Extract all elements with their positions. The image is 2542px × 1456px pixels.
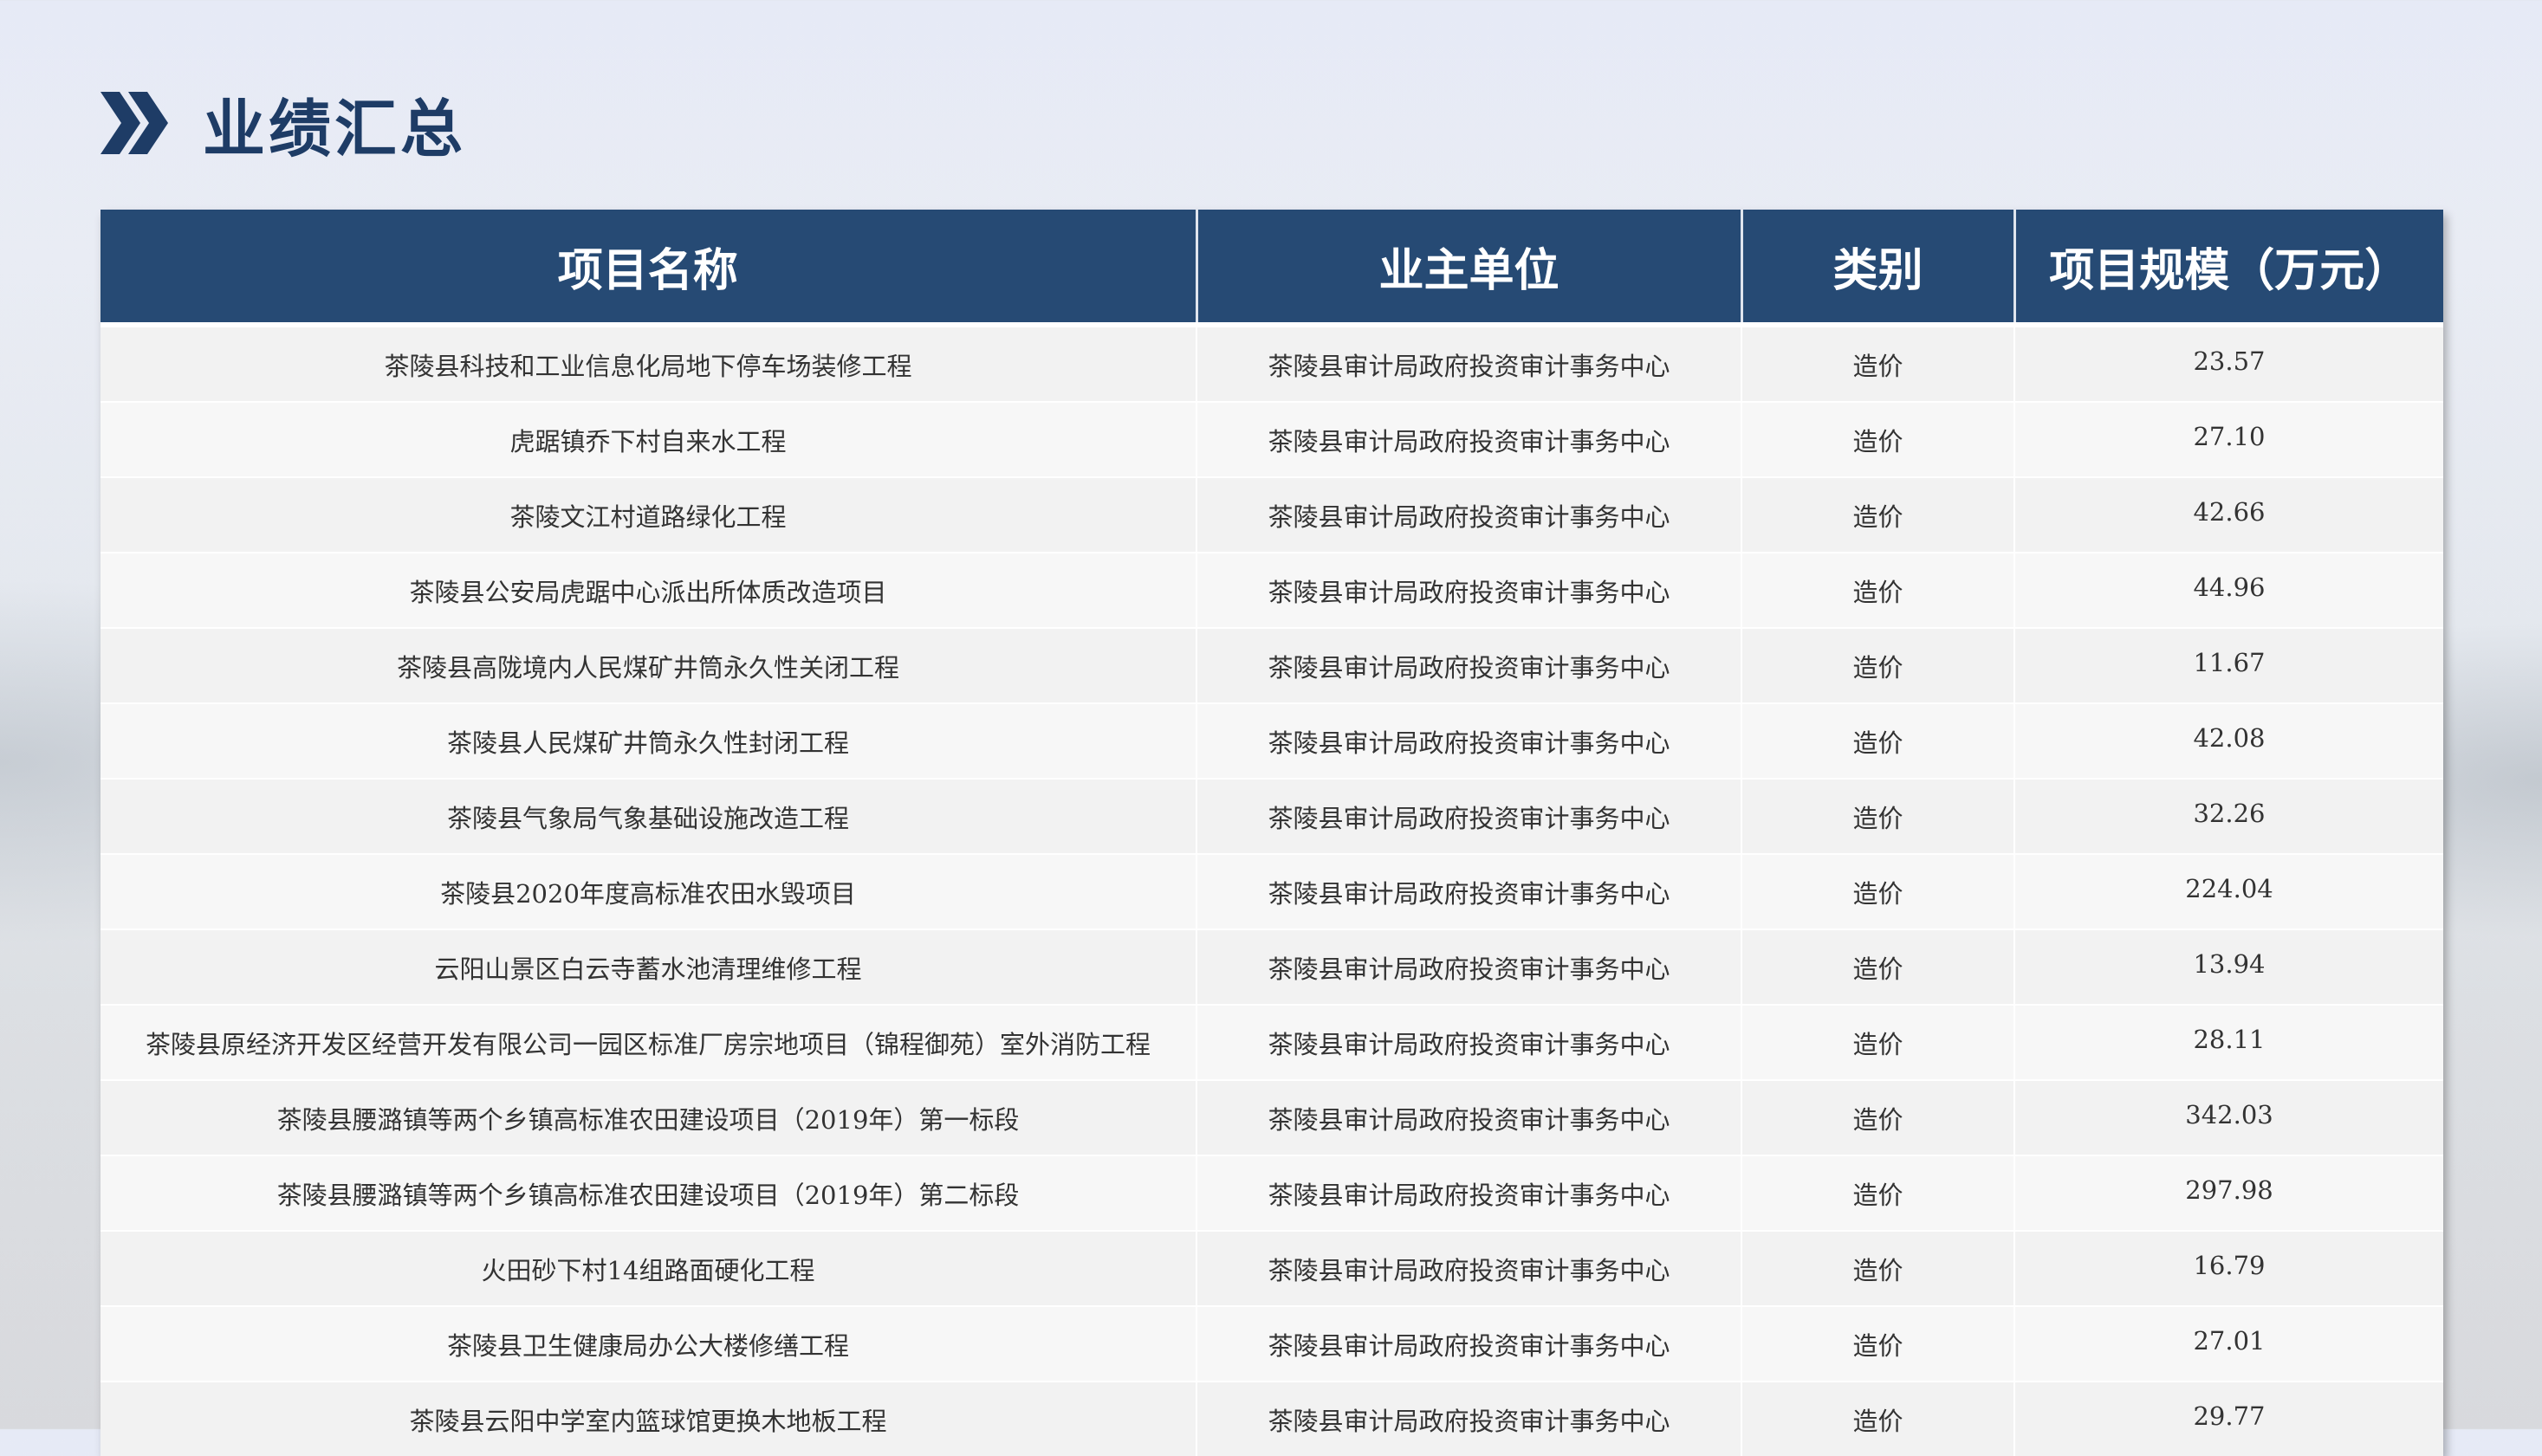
header-owner-unit: 业主单位 [1195, 210, 1741, 325]
header-project-scale: 项目规模（万元） [2013, 210, 2443, 325]
project-name-cell: 茶陵县科技和工业信息化局地下停车场装修工程 [101, 322, 1196, 402]
owner-unit-cell: 茶陵县审计局政府投资审计事务中心 [1196, 929, 1741, 1005]
table-row: 茶陵县腰潞镇等两个乡镇高标准农田建设项目（2019年）第二标段 茶陵县审计局政府… [101, 1155, 2443, 1231]
category-cell: 造价 [1741, 929, 2014, 1005]
table-row: 虎踞镇乔下村自来水工程 茶陵县审计局政府投资审计事务中心 造价 27.10 [101, 401, 2443, 477]
project-name-cell: 茶陵文江村道路绿化工程 [101, 476, 1196, 553]
owner-unit-cell: 茶陵县审计局政府投资审计事务中心 [1196, 627, 1741, 703]
table-row: 茶陵县科技和工业信息化局地下停车场装修工程 茶陵县审计局政府投资审计事务中心 造… [101, 322, 2443, 402]
table-row: 茶陵县卫生健康局办公大楼修缮工程 茶陵县审计局政府投资审计事务中心 造价 27.… [101, 1305, 2443, 1382]
owner-unit-cell: 茶陵县审计局政府投资审计事务中心 [1196, 1381, 1741, 1456]
category-cell: 造价 [1741, 322, 2014, 402]
category-cell: 造价 [1741, 702, 2014, 779]
category-cell: 造价 [1741, 401, 2014, 477]
category-cell: 造价 [1741, 853, 2014, 929]
project-scale-cell: 42.08 [2013, 702, 2443, 779]
project-scale-cell: 42.66 [2013, 476, 2443, 553]
table-row: 茶陵县腰潞镇等两个乡镇高标准农田建设项目（2019年）第一标段 茶陵县审计局政府… [101, 1079, 2443, 1155]
category-cell: 造价 [1741, 1230, 2014, 1306]
project-name-cell: 茶陵县高陇境内人民煤矿井筒永久性关闭工程 [101, 627, 1196, 703]
table-row: 茶陵文江村道路绿化工程 茶陵县审计局政府投资审计事务中心 造价 42.66 [101, 476, 2443, 553]
owner-unit-cell: 茶陵县审计局政府投资审计事务中心 [1196, 401, 1741, 477]
project-scale-cell: 23.57 [2013, 322, 2443, 402]
owner-unit-cell: 茶陵县审计局政府投资审计事务中心 [1196, 476, 1741, 553]
header-project-name: 项目名称 [101, 210, 1196, 325]
owner-unit-cell: 茶陵县审计局政府投资审计事务中心 [1196, 778, 1741, 854]
header-category: 类别 [1740, 210, 2014, 325]
double-chevron-right-icon [101, 92, 168, 154]
project-scale-cell: 13.94 [2013, 929, 2443, 1005]
table-row: 茶陵县云阳中学室内篮球馆更换木地板工程 茶陵县审计局政府投资审计事务中心 造价 … [101, 1381, 2443, 1456]
table-row: 火田砂下村14组路面硬化工程 茶陵县审计局政府投资审计事务中心 造价 16.79 [101, 1230, 2443, 1306]
table-row: 茶陵县2020年度高标准农田水毁项目 茶陵县审计局政府投资审计事务中心 造价 2… [101, 853, 2443, 929]
project-scale-cell: 16.79 [2013, 1230, 2443, 1306]
owner-unit-cell: 茶陵县审计局政府投资审计事务中心 [1196, 1004, 1741, 1080]
category-cell: 造价 [1741, 476, 2014, 553]
project-name-cell: 火田砂下村14组路面硬化工程 [101, 1230, 1196, 1306]
project-scale-cell: 224.04 [2013, 853, 2443, 929]
project-name-cell: 茶陵县气象局气象基础设施改造工程 [101, 778, 1196, 854]
project-scale-cell: 27.01 [2013, 1305, 2443, 1382]
table-row: 茶陵县高陇境内人民煤矿井筒永久性关闭工程 茶陵县审计局政府投资审计事务中心 造价… [101, 627, 2443, 703]
owner-unit-cell: 茶陵县审计局政府投资审计事务中心 [1196, 322, 1741, 402]
owner-unit-cell: 茶陵县审计局政府投资审计事务中心 [1196, 552, 1741, 628]
project-name-cell: 云阳山景区白云寺蓄水池清理维修工程 [101, 929, 1196, 1005]
table-header-row: 项目名称 业主单位 类别 项目规模（万元） [101, 210, 2443, 325]
table-row: 云阳山景区白云寺蓄水池清理维修工程 茶陵县审计局政府投资审计事务中心 造价 13… [101, 929, 2443, 1005]
owner-unit-cell: 茶陵县审计局政府投资审计事务中心 [1196, 702, 1741, 779]
category-cell: 造价 [1741, 1004, 2014, 1080]
project-name-cell: 虎踞镇乔下村自来水工程 [101, 401, 1196, 477]
project-scale-cell: 28.11 [2013, 1004, 2443, 1080]
owner-unit-cell: 茶陵县审计局政府投资审计事务中心 [1196, 853, 1741, 929]
project-name-cell: 茶陵县腰潞镇等两个乡镇高标准农田建设项目（2019年）第二标段 [101, 1155, 1196, 1231]
project-name-cell: 茶陵县公安局虎踞中心派出所体质改造项目 [101, 552, 1196, 628]
performance-table: 项目名称 业主单位 类别 项目规模（万元） 茶陵县科技和工业信息化局地下停车场装… [101, 210, 2443, 1456]
category-cell: 造价 [1741, 1155, 2014, 1231]
category-cell: 造价 [1741, 627, 2014, 703]
project-name-cell: 茶陵县云阳中学室内篮球馆更换木地板工程 [101, 1381, 1196, 1456]
project-scale-cell: 297.98 [2013, 1155, 2443, 1231]
category-cell: 造价 [1741, 1079, 2014, 1155]
table-row: 茶陵县公安局虎踞中心派出所体质改造项目 茶陵县审计局政府投资审计事务中心 造价 … [101, 552, 2443, 628]
page-title: 业绩汇总 [203, 92, 467, 165]
owner-unit-cell: 茶陵县审计局政府投资审计事务中心 [1196, 1305, 1741, 1382]
owner-unit-cell: 茶陵县审计局政府投资审计事务中心 [1196, 1079, 1741, 1155]
project-name-cell: 茶陵县人民煤矿井筒永久性封闭工程 [101, 702, 1196, 779]
page-header: 业绩汇总 [101, 80, 466, 166]
project-scale-cell: 27.10 [2013, 401, 2443, 477]
project-scale-cell: 11.67 [2013, 627, 2443, 703]
category-cell: 造价 [1741, 552, 2014, 628]
table-row: 茶陵县人民煤矿井筒永久性封闭工程 茶陵县审计局政府投资审计事务中心 造价 42.… [101, 702, 2443, 779]
project-scale-cell: 342.03 [2013, 1079, 2443, 1155]
project-name-cell: 茶陵县2020年度高标准农田水毁项目 [101, 853, 1196, 929]
project-name-cell: 茶陵县原经济开发区经营开发有限公司一园区标准厂房宗地项目（锦程御苑）室外消防工程 [101, 1004, 1196, 1080]
project-name-cell: 茶陵县腰潞镇等两个乡镇高标准农田建设项目（2019年）第一标段 [101, 1079, 1196, 1155]
project-scale-cell: 29.77 [2013, 1381, 2443, 1456]
table-row: 茶陵县原经济开发区经营开发有限公司一园区标准厂房宗地项目（锦程御苑）室外消防工程… [101, 1004, 2443, 1080]
project-scale-cell: 32.26 [2013, 778, 2443, 854]
project-scale-cell: 44.96 [2013, 552, 2443, 628]
project-name-cell: 茶陵县卫生健康局办公大楼修缮工程 [101, 1305, 1196, 1382]
owner-unit-cell: 茶陵县审计局政府投资审计事务中心 [1196, 1155, 1741, 1231]
category-cell: 造价 [1741, 1305, 2014, 1382]
category-cell: 造价 [1741, 778, 2014, 854]
category-cell: 造价 [1741, 1381, 2014, 1456]
table-row: 茶陵县气象局气象基础设施改造工程 茶陵县审计局政府投资审计事务中心 造价 32.… [101, 778, 2443, 854]
owner-unit-cell: 茶陵县审计局政府投资审计事务中心 [1196, 1230, 1741, 1306]
